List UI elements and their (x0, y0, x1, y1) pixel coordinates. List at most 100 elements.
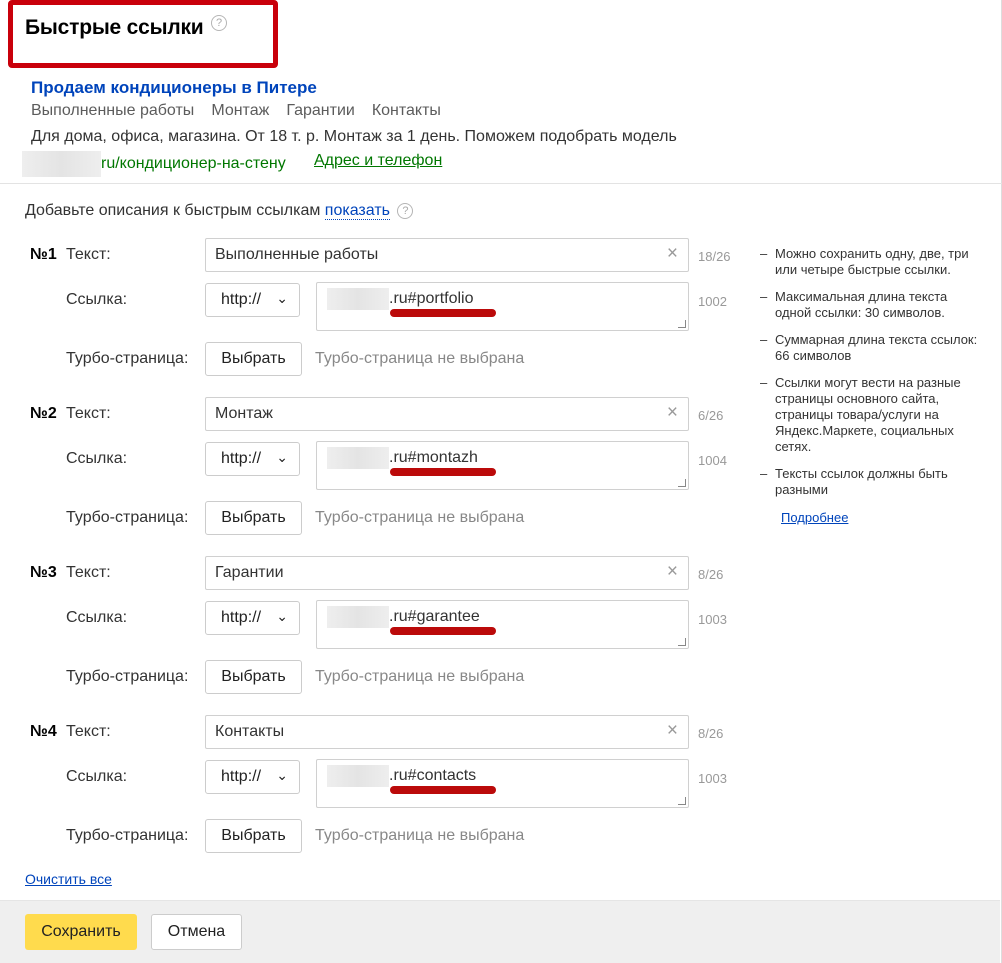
chevron-down-icon: ⌄ (276, 449, 288, 465)
item-number: №2 (30, 405, 57, 422)
link-counter: 1002 (698, 294, 727, 309)
sitelinks-dialog: Быстрые ссылки ? Продаем кондиционеры в … (0, 0, 1002, 963)
protocol-select[interactable]: http:// ⌄ (205, 283, 300, 317)
hint-text: Добавьте описания к быстрым ссылкам (25, 202, 321, 219)
sitelink-text-input[interactable]: Гарантии × (205, 556, 689, 590)
blurred-domain (327, 288, 389, 310)
tip-item: Можно сохранить одну, две, три или четыр… (760, 246, 980, 278)
more-info-link[interactable]: Подробнее (781, 510, 980, 526)
save-button[interactable]: Сохранить (25, 914, 137, 950)
red-underline-mark (390, 468, 496, 476)
sitelink-text-input[interactable]: Контакты × (205, 715, 689, 749)
ad-url[interactable]: ru/кондиционер-на-стену (22, 151, 286, 177)
url-value: .ru#montazh (389, 449, 478, 467)
clear-icon[interactable]: × (667, 403, 678, 423)
turbo-label: Турбо-страница: (66, 827, 189, 844)
preview-sitelink[interactable]: Выполненные работы (31, 102, 194, 119)
link-label: Ссылка: (66, 609, 128, 626)
protocol-value: http:// (221, 768, 262, 785)
text-counter: 8/26 (698, 567, 724, 582)
text-counter: 18/26 (698, 249, 731, 264)
text-counter: 8/26 (698, 726, 724, 741)
tips-panel: Можно сохранить одну, две, три или четыр… (760, 246, 980, 526)
protocol-select[interactable]: http:// ⌄ (205, 442, 300, 476)
red-underline-mark (390, 309, 496, 317)
text-label: Текст: (66, 564, 111, 581)
preview-sitelink[interactable]: Контакты (372, 102, 441, 119)
ad-url-path: ru/кондиционер-на-стену (101, 155, 286, 173)
url-value: .ru#garantee (389, 608, 480, 626)
turbo-status: Турбо-страница не выбрана (315, 350, 525, 367)
protocol-value: http:// (221, 609, 262, 626)
text-value: Выполненные работы (215, 246, 379, 263)
clear-icon[interactable]: × (667, 562, 678, 582)
protocol-select[interactable]: http:// ⌄ (205, 601, 300, 635)
text-value: Контакты (215, 723, 285, 740)
turbo-status: Турбо-страница не выбрана (315, 509, 525, 526)
clear-all-link[interactable]: Очистить все (25, 871, 112, 887)
text-label: Текст: (66, 723, 111, 740)
dialog-footer: Сохранить Отмена (0, 900, 1000, 963)
choose-turbo-button[interactable]: Выбрать (205, 342, 302, 376)
ad-contact-link[interactable]: Адрес и телефон (314, 152, 442, 170)
item-number: №3 (30, 564, 57, 581)
turbo-label: Турбо-страница: (66, 509, 189, 526)
ad-preview: Продаем кондиционеры в Питере Выполненны… (0, 68, 1002, 184)
tip-item: Максимальная длина текста одной ссылки: … (760, 289, 980, 321)
turbo-status: Турбо-страница не выбрана (315, 827, 525, 844)
description-hint: Добавьте описания к быстрым ссылкам пока… (25, 202, 414, 220)
text-label: Текст: (66, 246, 111, 263)
choose-turbo-button[interactable]: Выбрать (205, 660, 302, 694)
blurred-domain (327, 765, 389, 787)
resize-handle-icon[interactable] (678, 320, 686, 328)
protocol-value: http:// (221, 450, 262, 467)
chevron-down-icon: ⌄ (276, 767, 288, 783)
help-icon[interactable]: ? (397, 203, 414, 219)
blurred-domain (327, 606, 389, 628)
turbo-label: Турбо-страница: (66, 350, 189, 367)
dialog-title: Быстрые ссылки (25, 16, 204, 39)
protocol-value: http:// (221, 291, 262, 308)
red-underline-mark (390, 627, 496, 635)
link-counter: 1003 (698, 771, 727, 786)
sitelink-url-input[interactable]: .ru#contacts (316, 759, 689, 808)
tip-item: Ссылки могут вести на разные страницы ос… (760, 375, 980, 455)
link-label: Ссылка: (66, 768, 128, 785)
show-descriptions-link[interactable]: показать (324, 202, 390, 220)
sitelink-url-input[interactable]: .ru#portfolio (316, 282, 689, 331)
resize-handle-icon[interactable] (678, 638, 686, 646)
choose-turbo-button[interactable]: Выбрать (205, 819, 302, 853)
url-value: .ru#portfolio (389, 290, 474, 308)
cancel-button[interactable]: Отмена (151, 914, 242, 950)
preview-sitelink[interactable]: Гарантии (286, 102, 355, 119)
protocol-select[interactable]: http:// ⌄ (205, 760, 300, 794)
red-underline-mark (390, 786, 496, 794)
text-label: Текст: (66, 405, 111, 422)
sitelink-url-input[interactable]: .ru#montazh (316, 441, 689, 490)
sitelink-text-input[interactable]: Выполненные работы × (205, 238, 689, 272)
clear-icon[interactable]: × (667, 721, 678, 741)
tip-item: Суммарная длина текста ссылок: 66 символ… (760, 332, 980, 364)
turbo-label: Турбо-страница: (66, 668, 189, 685)
resize-handle-icon[interactable] (678, 797, 686, 805)
resize-handle-icon[interactable] (678, 479, 686, 487)
chevron-down-icon: ⌄ (276, 290, 288, 306)
text-value: Гарантии (215, 564, 284, 581)
sitelink-url-input[interactable]: .ru#garantee (316, 600, 689, 649)
blurred-domain (327, 447, 389, 469)
link-label: Ссылка: (66, 291, 128, 308)
clear-icon[interactable]: × (667, 244, 678, 264)
choose-turbo-button[interactable]: Выбрать (205, 501, 302, 535)
url-value: .ru#contacts (389, 767, 477, 785)
link-counter: 1004 (698, 453, 727, 468)
sitelink-text-input[interactable]: Монтаж × (205, 397, 689, 431)
sitelink-item-1: №1 Текст: Выполненные работы × 18/26 Ссыл… (0, 238, 750, 398)
ad-title[interactable]: Продаем кондиционеры в Питере (31, 78, 317, 98)
help-icon[interactable]: ? (211, 15, 227, 31)
preview-sitelink[interactable]: Монтаж (211, 102, 269, 119)
sitelink-item-2: №2 Текст: Монтаж × 6/26 Ссылка: http://⌄ … (0, 397, 750, 557)
chevron-down-icon: ⌄ (276, 608, 288, 624)
ad-text: Для дома, офиса, магазина. От 18 т. р. М… (31, 128, 677, 145)
link-label: Ссылка: (66, 450, 128, 467)
tip-item: Тексты ссылок должны быть разными (760, 466, 980, 498)
